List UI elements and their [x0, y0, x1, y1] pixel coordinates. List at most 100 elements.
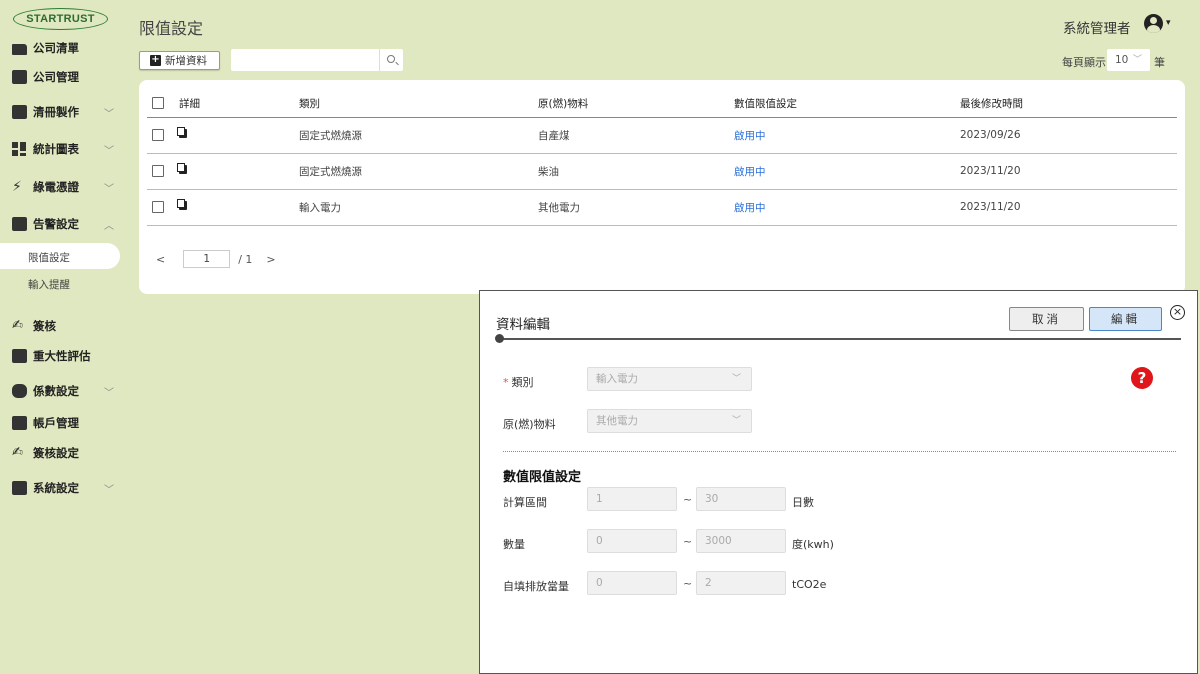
inventory-icon — [12, 105, 27, 119]
period-unit: 日數 — [792, 496, 814, 509]
sidebar-item-company-management[interactable]: 公司管理 — [12, 68, 79, 86]
detail-document-icon[interactable] — [177, 163, 187, 174]
status-link[interactable]: 啟用中 — [734, 202, 766, 214]
column-header-category[interactable]: 類別 — [299, 90, 538, 118]
detail-document-icon[interactable] — [177, 127, 187, 138]
material-label: 原(燃)物料 — [503, 418, 556, 431]
wrench-icon — [12, 481, 27, 495]
material-select[interactable]: 其他電力 ﹀ — [587, 409, 752, 433]
emission-max-input[interactable]: 2 — [696, 571, 786, 595]
sidebar-item-sign[interactable]: ✍ 簽核 — [12, 317, 56, 335]
step-progress-line — [499, 338, 1181, 340]
status-link[interactable]: 啟用中 — [734, 166, 766, 178]
close-icon[interactable]: × — [1170, 305, 1185, 320]
cell-modified: 2023/09/26 — [960, 117, 1177, 154]
per-page-select[interactable]: 10 ﹀ — [1107, 49, 1150, 71]
period-min-input[interactable]: 1 — [587, 487, 677, 511]
column-header-last-modified[interactable]: 最後修改時間 — [960, 90, 1177, 118]
bolt-icon: ⚡ — [12, 179, 22, 195]
data-table: 詳細 類別 原(燃)物料 數值限值設定 最後修改時間 固定式燃燒源 自產煤 啟用… — [147, 90, 1177, 226]
dialog-title: 資料編輯 — [496, 317, 550, 333]
sidebar-item-sign-settings[interactable]: ✍ 簽核設定 — [12, 444, 79, 462]
plus-square-icon: + — [150, 54, 161, 66]
row-checkbox[interactable] — [152, 165, 164, 177]
sidebar-item-inventory[interactable]: 清冊製作 ﹀ — [12, 103, 114, 121]
cell-modified: 2023/11/20 — [960, 189, 1177, 226]
emission-min-input[interactable]: 0 — [587, 571, 677, 595]
required-marker: * — [503, 376, 509, 389]
prev-page-button[interactable]: < — [156, 253, 165, 266]
sidebar-item-company-list[interactable]: 公司清單 — [12, 39, 79, 57]
sidebar-item-green-certificate[interactable]: ⚡ 綠電憑證 ﹀ — [12, 178, 114, 196]
status-link[interactable]: 啟用中 — [734, 130, 766, 142]
sidebar-item-label: 清冊製作 — [33, 105, 79, 119]
column-header-material[interactable]: 原(燃)物料 — [538, 90, 734, 118]
per-page-unit: 筆 — [1154, 56, 1165, 69]
quantity-max-input[interactable]: 3000 — [696, 529, 786, 553]
sidebar-item-label: 公司清單 — [33, 41, 79, 55]
sidebar-item-coefficient[interactable]: 係數設定 ﹀ — [12, 382, 114, 400]
per-page-value: 10 — [1115, 54, 1129, 66]
user-account-icon[interactable] — [1144, 14, 1163, 33]
sidebar-item-statistics[interactable]: 統計圖表 ﹀ — [12, 140, 114, 158]
detail-document-icon[interactable] — [177, 199, 187, 210]
edit-record-dialog: 資料編輯 取消 編輯 × * 類別 輸入電力 ﹀ ? 原(燃)物料 其他電力 ﹀ … — [479, 290, 1198, 674]
sidebar-item-system-settings[interactable]: 系統設定 ﹀ — [12, 479, 114, 497]
step-progress-dot — [495, 334, 504, 343]
column-header-limit-setting[interactable]: 數值限值設定 — [734, 90, 960, 118]
select-all-checkbox[interactable] — [152, 97, 164, 110]
edit-button[interactable]: 編輯 — [1089, 307, 1162, 331]
search-icon — [386, 55, 395, 63]
search-input[interactable] — [231, 49, 379, 71]
cancel-button[interactable]: 取消 — [1009, 307, 1084, 331]
company-icon — [12, 70, 27, 84]
account-icon — [12, 416, 27, 430]
category-label-text: 類別 — [511, 376, 534, 389]
user-name[interactable]: 系統管理者 — [1063, 17, 1131, 37]
chevron-down-icon: ﹀ — [104, 387, 114, 399]
sidebar-subitem-input-reminder[interactable]: 輸入提醒 — [28, 277, 70, 292]
cell-category: 固定式燃燒源 — [299, 153, 538, 190]
emission-unit: tCO2e — [792, 578, 827, 591]
page-number-input[interactable]: 1 — [183, 250, 231, 268]
table-row: 固定式燃燒源 自產煤 啟用中 2023/09/26 — [147, 117, 1177, 154]
category-select[interactable]: 輸入電力 ﹀ — [587, 367, 752, 391]
period-max-input[interactable]: 30 — [696, 487, 786, 511]
range-label-quantity: 數量 — [503, 538, 525, 551]
section-divider — [503, 451, 1176, 452]
quantity-min-input[interactable]: 0 — [587, 529, 677, 553]
sidebar-item-label: 簽核 — [33, 319, 56, 333]
chevron-down-icon: ﹀ — [731, 374, 741, 384]
next-page-button[interactable]: > — [266, 253, 275, 266]
search-button[interactable] — [379, 49, 403, 71]
sidebar-item-label: 係數設定 — [33, 384, 79, 398]
sidebar-item-materiality[interactable]: 重大性評估 — [12, 347, 91, 365]
database-icon — [12, 384, 27, 398]
add-record-button[interactable]: + 新增資料 — [139, 51, 220, 70]
quantity-unit: 度(kwh) — [792, 538, 834, 551]
clipboard-check-icon — [12, 349, 27, 363]
row-checkbox[interactable] — [152, 201, 164, 213]
caret-down-icon[interactable]: ▾ — [1166, 18, 1171, 28]
cell-material: 自產煤 — [538, 117, 734, 154]
startrust-logo[interactable]: STARTRUST — [13, 8, 108, 30]
sidebar-item-alert-settings[interactable]: 告警設定 ︿ — [12, 215, 114, 233]
range-separator: ~ — [683, 535, 693, 548]
table-row: 固定式燃燒源 柴油 啟用中 2023/11/20 — [147, 153, 1177, 190]
category-select-value: 輸入電力 — [596, 373, 638, 385]
row-checkbox[interactable] — [152, 129, 164, 141]
help-icon[interactable]: ? — [1131, 367, 1153, 389]
table-row: 輸入電力 其他電力 啟用中 2023/11/20 — [147, 189, 1177, 226]
sidebar-item-label: 公司管理 — [33, 70, 79, 84]
chevron-down-icon: ﹀ — [104, 145, 114, 157]
chevron-down-icon: ﹀ — [104, 183, 114, 195]
add-record-label: 新增資料 — [165, 55, 207, 67]
page-title: 限值設定 — [139, 19, 204, 38]
cell-category: 固定式燃燒源 — [299, 117, 538, 154]
pagination: < 1 / 1 > — [156, 250, 276, 268]
sidebar-item-label: 系統設定 — [33, 481, 79, 495]
sidebar-subitem-limit-settings[interactable]: 限值設定 — [28, 250, 70, 265]
sidebar-item-account[interactable]: 帳戶管理 — [12, 414, 79, 432]
chevron-down-icon: ﹀ — [104, 108, 114, 120]
sidebar-item-label: 告警設定 — [33, 217, 79, 231]
